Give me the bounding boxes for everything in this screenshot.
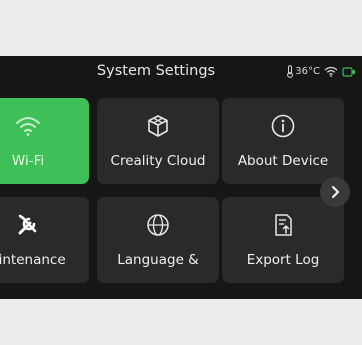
next-page-button[interactable] xyxy=(320,177,350,207)
globe-icon xyxy=(144,211,172,239)
wifi-icon xyxy=(14,112,42,140)
tile-about-device[interactable]: About Device xyxy=(222,98,344,184)
device-screen: System Settings 36°C Wi-Fi Creality Clou… xyxy=(0,56,362,299)
tile-maintenance[interactable]: aintenance xyxy=(0,197,89,283)
tile-creality-cloud[interactable]: Creality Cloud xyxy=(97,98,219,184)
tile-label: About Device xyxy=(237,153,329,169)
status-indicators: 36°C xyxy=(286,65,356,78)
thermometer-icon xyxy=(287,65,294,78)
temperature-value: 36°C xyxy=(295,66,320,77)
tile-language[interactable]: Language & xyxy=(97,197,219,283)
tile-label: aintenance xyxy=(0,252,66,268)
chevron-right-icon xyxy=(332,186,339,198)
status-bar: System Settings 36°C xyxy=(0,56,362,90)
temperature-readout: 36°C xyxy=(286,65,320,78)
page-title: System Settings xyxy=(96,63,216,79)
tools-icon xyxy=(14,211,42,239)
info-icon xyxy=(269,112,297,140)
cloud-cube-icon xyxy=(144,112,172,140)
camera-status-icon xyxy=(342,66,355,77)
page-background: System Settings 36°C Wi-Fi Creality Clou… xyxy=(0,0,362,345)
tile-label: Wi-Fi xyxy=(11,153,45,169)
wifi-icon xyxy=(324,66,338,77)
tile-label: Export Log xyxy=(246,252,320,268)
tile-label: Creality Cloud xyxy=(110,153,206,169)
tile-wifi[interactable]: Wi-Fi xyxy=(0,98,89,184)
tile-export-log[interactable]: Export Log xyxy=(222,197,344,283)
export-log-icon xyxy=(269,211,297,239)
tile-label: Language & xyxy=(117,252,199,268)
